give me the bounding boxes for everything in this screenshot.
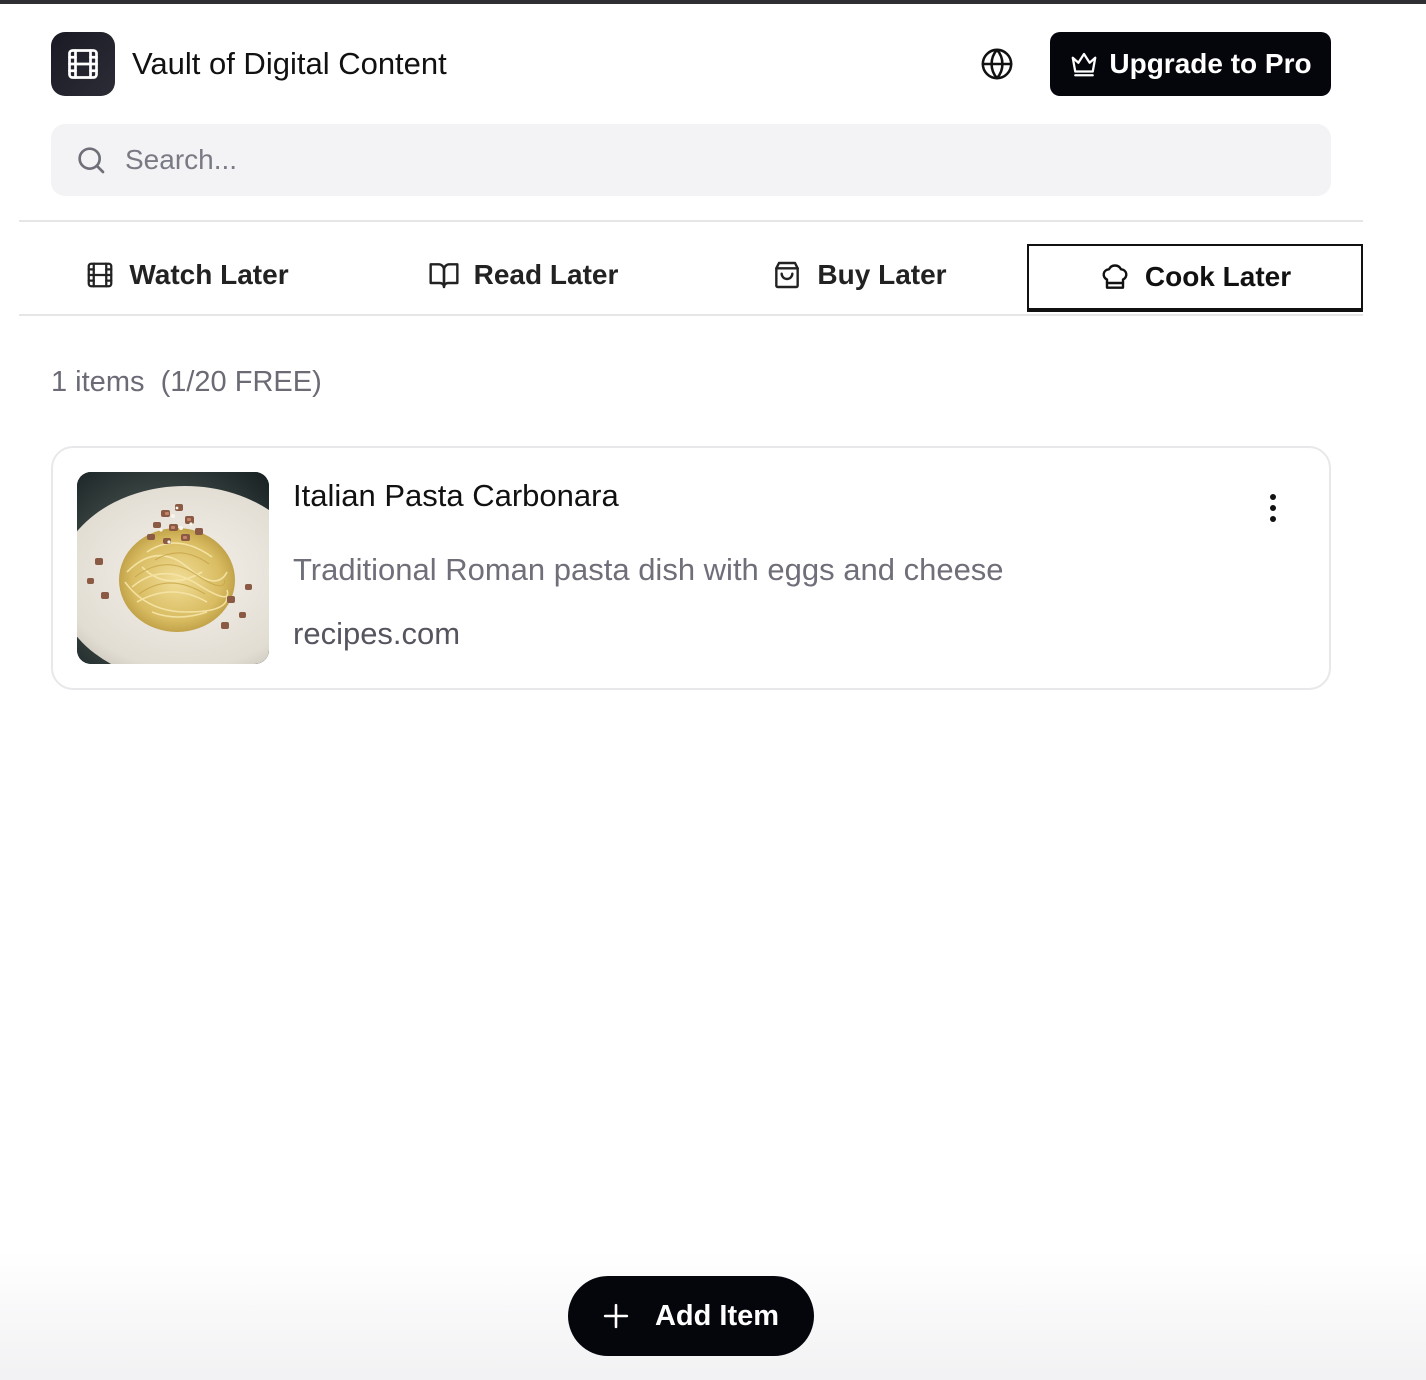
tab-watch-later[interactable]: Watch Later: [19, 244, 355, 306]
globe-icon: [981, 48, 1013, 80]
add-item-label: Add Item: [654, 1299, 780, 1332]
tab-buy-later[interactable]: Buy Later: [691, 244, 1027, 306]
tab-label: Cook Later: [1144, 261, 1292, 292]
window-top-border: [0, 0, 1426, 4]
item-source[interactable]: recipes.com: [293, 616, 460, 652]
tab-read-later[interactable]: Read Later: [355, 244, 691, 306]
app-header: Vault of Digital Content Upgrade to Pro: [51, 32, 1331, 96]
item-count: 1 items (1/20 FREE): [51, 366, 322, 398]
tab-label: Read Later: [473, 259, 619, 290]
tab-label: Watch Later: [129, 259, 289, 290]
tabs-divider-top: [19, 220, 1363, 222]
tabs-divider-bottom: [19, 314, 1363, 316]
item-thumbnail: [77, 472, 269, 664]
upgrade-button[interactable]: Upgrade to Pro: [1050, 32, 1331, 96]
book-icon: [429, 263, 459, 289]
app-title: Vault of Digital Content: [132, 46, 447, 81]
chef-hat-icon: [1102, 264, 1128, 289]
language-button[interactable]: [979, 46, 1015, 82]
film-icon: [68, 49, 98, 79]
search-icon: [78, 147, 105, 174]
item-more-button[interactable]: [1251, 486, 1295, 530]
tab-cook-later[interactable]: Cook Later: [1027, 244, 1363, 312]
search-bar: [51, 124, 1331, 196]
film-icon: [88, 262, 113, 288]
tab-label: Buy Later: [817, 259, 947, 290]
crown-icon: [1072, 52, 1097, 77]
upgrade-label: Upgrade to Pro: [1109, 48, 1312, 79]
shopping-bag-icon: [775, 261, 800, 289]
more-vertical-icon: [1270, 494, 1276, 522]
list-item[interactable]: Italian Pasta Carbonara Traditional Roma…: [51, 446, 1331, 690]
app-logo: [51, 32, 115, 96]
item-title[interactable]: Italian Pasta Carbonara: [293, 478, 619, 514]
add-item-button[interactable]: Add Item: [568, 1276, 814, 1356]
plus-icon: [603, 1303, 629, 1329]
search-input[interactable]: [125, 124, 1305, 196]
pasta-carbonara-photo: [77, 472, 269, 664]
item-description: Traditional Roman pasta dish with eggs a…: [293, 552, 1004, 587]
